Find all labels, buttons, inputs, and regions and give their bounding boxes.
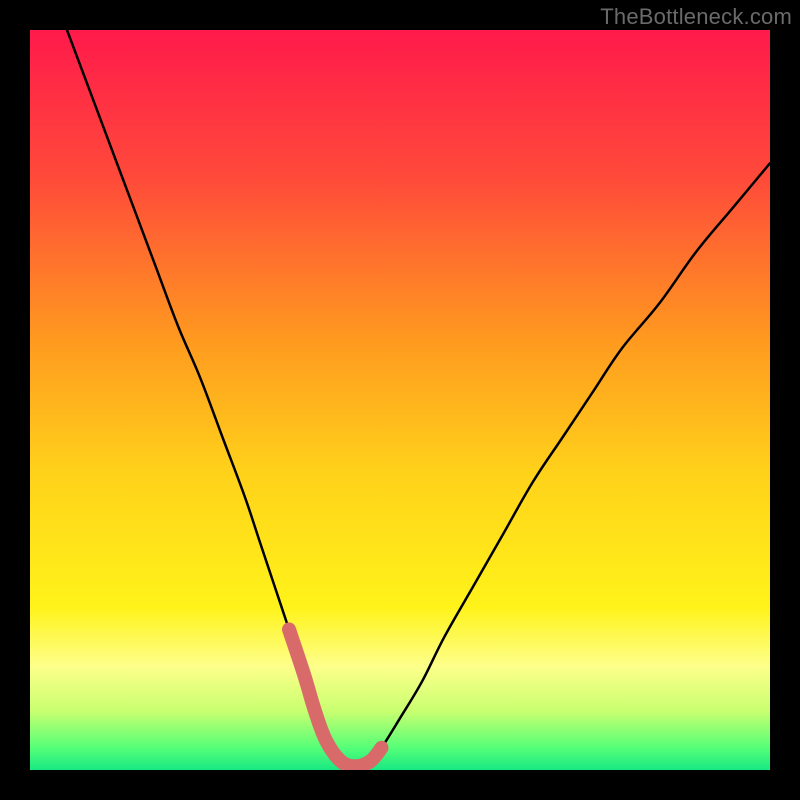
watermark-text: TheBottleneck.com bbox=[600, 4, 792, 30]
chart-svg bbox=[30, 30, 770, 770]
gradient-background bbox=[30, 30, 770, 770]
chart-frame: TheBottleneck.com bbox=[0, 0, 800, 800]
plot-area bbox=[30, 30, 770, 770]
